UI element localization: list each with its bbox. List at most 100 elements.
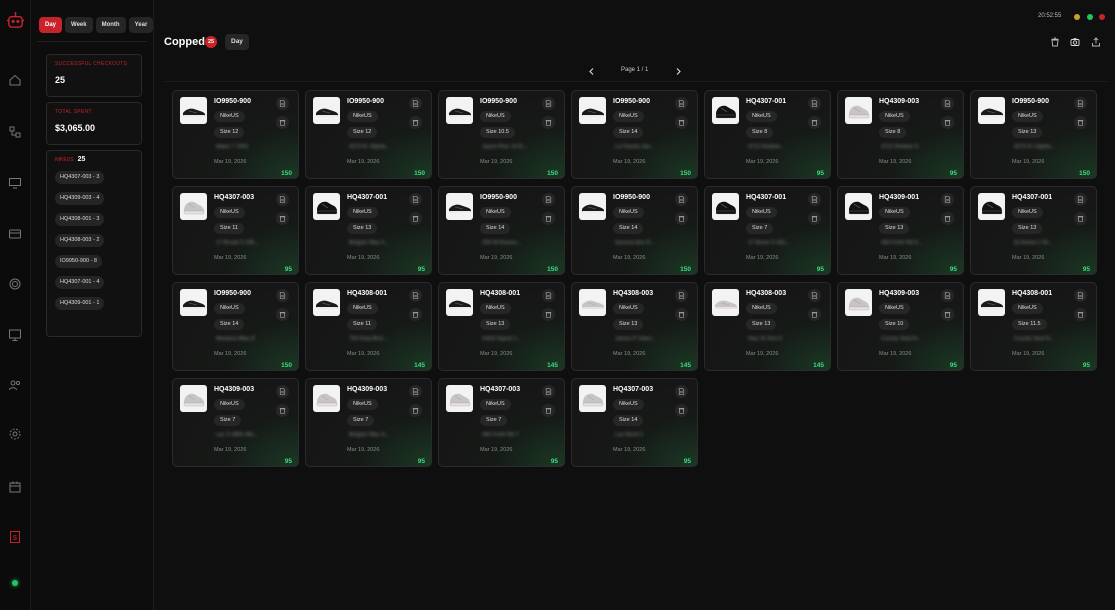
receipt-icon[interactable] [409,97,422,110]
flow-icon[interactable] [8,125,22,139]
order-card[interactable]: HQ4307-001 NikeUS Size 7 17 Burns S 401... M… [704,186,831,275]
order-card[interactable]: HQ4307-003 NikeUS Size 7 440 Forth Rd 7 Mar … [438,378,565,467]
receipt-icon[interactable] [542,97,555,110]
delete-icon[interactable] [808,116,821,129]
receipt-icon[interactable] [808,193,821,206]
delete-icon[interactable] [276,308,289,321]
receipt-icon[interactable] [1074,193,1087,206]
range-tab-month[interactable]: Month [95,17,126,33]
receipt-icon[interactable] [941,97,954,110]
delete-icon[interactable] [675,116,688,129]
order-card[interactable]: IO9950-900 NikeUS Size 10.5 Jayne Pine 14 R… [438,90,565,179]
receipt-icon[interactable] [675,97,688,110]
calendar-icon[interactable] [8,480,22,494]
receipt-icon[interactable] [276,97,289,110]
receipt-icon[interactable] [276,289,289,302]
order-card[interactable]: HQ4307-001 NikeUS Size 8 4712 Redwer... Mar … [704,90,831,179]
delete-icon[interactable] [276,116,289,129]
sku-pill[interactable]: HQ4308-003 - 2 [55,234,105,247]
delete-icon[interactable] [276,212,289,225]
order-card[interactable]: IO9950-900 NikeUS Size 14 Meadow Alley 8 Mar… [172,282,299,371]
delete-icon[interactable] [1074,212,1087,225]
receipt-icon[interactable] [409,289,422,302]
order-card[interactable]: IO9950-900 NikeUS Size 12 4273 N. Highla...… [305,90,432,179]
receipt-icon[interactable] [675,385,688,398]
order-card[interactable]: HQ4307-001 NikeUS Size 13 5j Hearst 1 50...… [970,186,1097,275]
order-card[interactable]: IO9950-900 NikeUS Size 13 4273 N. Highla...… [970,90,1097,179]
order-card[interactable]: HQ4308-003 NikeUS Size 13 Hwy St Tent 9 Mar … [704,282,831,371]
fingerprint-icon[interactable] [8,277,22,291]
receipt-icon[interactable] [1074,97,1087,110]
receipt-icon[interactable] [941,289,954,302]
receipt-icon[interactable] [542,385,555,398]
order-card[interactable]: IO9950-900 NikeUS Size 14 Genova Ave D... Ma… [571,186,698,275]
receipt-icon[interactable] [276,385,289,398]
order-card[interactable]: IO9950-900 NikeUS Size 12 Adam 7 2001 Mar 19… [172,90,299,179]
receipt-icon[interactable] [808,97,821,110]
order-card[interactable]: HQ4308-001 NikeUS Size 11 700 King Blvd ...… [305,282,432,371]
delete-icon[interactable] [1074,308,1087,321]
order-card[interactable]: HQ4309-003 NikeUS Size 7 Belgian Way S... Ma… [305,378,432,467]
delete-icon[interactable] [808,212,821,225]
receipt-icon[interactable] [276,193,289,206]
receipt-icon[interactable] [808,289,821,302]
prev-page-button[interactable] [587,67,596,76]
delete-icon[interactable] [409,212,422,225]
order-card[interactable]: HQ4309-003 NikeUS Size 8 4712 Redwer 5 Mar 1… [837,90,964,179]
maximize-dot[interactable] [1087,14,1093,20]
order-card[interactable]: HQ4308-001 NikeUS Size 11.5 County Seat N..… [970,282,1097,371]
receipt-icon[interactable] [1074,289,1087,302]
share-icon[interactable] [1091,37,1101,47]
next-page-button[interactable] [674,67,683,76]
order-card[interactable]: IO9950-900 NikeUS Size 14 La Paseta Jae... M… [571,90,698,179]
order-card[interactable]: HQ4309-003 NikeUS Size 10 County Seat N... M… [837,282,964,371]
delete-icon[interactable] [675,308,688,321]
gear-icon[interactable] [8,427,22,441]
delete-icon[interactable] [409,404,422,417]
order-card[interactable]: HQ4308-001 NikeUS Size 13 Infinit Signal 1.… [438,282,565,371]
delete-icon[interactable] [409,116,422,129]
card-icon[interactable] [8,227,22,241]
camera-icon[interactable] [1070,37,1080,47]
minimize-dot[interactable] [1074,14,1080,20]
dollar-icon[interactable]: $ [8,530,22,544]
delete-icon[interactable] [941,116,954,129]
users-icon[interactable] [8,378,22,392]
sku-pill[interactable]: HQ4308-001 - 3 [55,213,105,226]
receipt-icon[interactable] [409,385,422,398]
delete-icon[interactable] [675,212,688,225]
delete-icon[interactable] [1074,116,1087,129]
delete-icon[interactable] [276,404,289,417]
order-card[interactable]: HQ4309-003 NikeUS Size 7 Lac S 4850 4th... M… [172,378,299,467]
order-card[interactable]: HQ4308-003 NikeUS Size 13 James P Valen... M… [571,282,698,371]
delete-icon[interactable] [808,308,821,321]
close-dot[interactable] [1099,14,1105,20]
receipt-icon[interactable] [675,193,688,206]
receipt-icon[interactable] [542,193,555,206]
delete-icon[interactable] [542,308,555,321]
home-icon[interactable] [8,73,22,87]
order-card[interactable]: HQ4309-001 NikeUS Size 13 440 Forth Rd 5...… [837,186,964,275]
receipt-icon[interactable] [542,289,555,302]
order-card[interactable]: IO9950-900 NikeUS Size 14 200 W Ransm... Mar… [438,186,565,275]
sku-pill[interactable]: HQ4307-001 - 4 [55,276,105,289]
order-card[interactable]: HQ4307-003 NikeUS Size 14 Las Word 2 Mar 19,… [571,378,698,467]
sku-pill[interactable]: HQ4309-003 - 4 [55,192,105,205]
desktop-icon[interactable] [8,328,22,342]
delete-icon[interactable] [675,404,688,417]
delete-icon[interactable] [941,308,954,321]
sku-pill[interactable]: HQ4309-001 - 1 [55,297,105,310]
robot-logo-icon[interactable] [6,11,25,30]
monitor-settings-icon[interactable] [8,176,22,190]
order-card[interactable]: HQ4307-001 NikeUS Size 13 Belgian Way 5... M… [305,186,432,275]
delete-icon[interactable] [542,404,555,417]
sku-pill[interactable]: IO9950-900 - 8 [55,255,102,268]
delete-icon[interactable] [409,308,422,321]
receipt-icon[interactable] [941,193,954,206]
delete-icon[interactable] [941,212,954,225]
order-card[interactable]: HQ4307-003 NikeUS Size 11 17 Broad S 105...… [172,186,299,275]
delete-icon[interactable] [542,212,555,225]
range-tab-day[interactable]: Day [39,17,63,33]
sku-pill[interactable]: HQ4307-003 - 3 [55,171,105,184]
receipt-icon[interactable] [409,193,422,206]
